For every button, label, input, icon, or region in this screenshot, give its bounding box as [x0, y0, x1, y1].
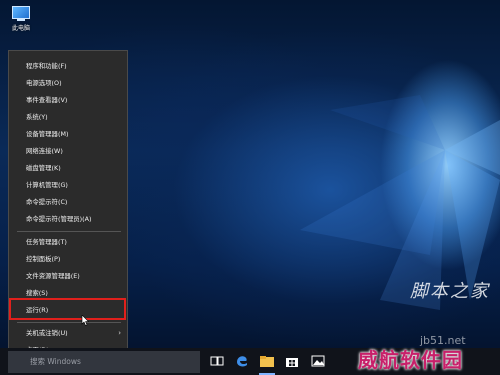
taskbar-search-box[interactable]: 搜索 Windows: [8, 351, 200, 373]
this-pc-desktop-icon[interactable]: 此电脑: [6, 6, 36, 32]
menu-item-command-prompt-admin[interactable]: 命令提示符(管理员)(A): [9, 211, 127, 227]
menu-item-programs-features[interactable]: 程序和功能(F): [9, 58, 127, 74]
menu-item-command-prompt[interactable]: 命令提示符(C): [9, 194, 127, 210]
photos-icon[interactable]: [310, 353, 326, 369]
task-view-icon[interactable]: [209, 353, 225, 369]
store-icon[interactable]: [284, 353, 300, 369]
menu-separator: [17, 231, 121, 232]
menu-item-device-manager[interactable]: 设备管理器(M): [9, 126, 127, 142]
watermark-jb51: 脚本之家: [410, 281, 490, 302]
menu-item-shutdown-signout[interactable]: 关机或注销(U) ›: [9, 325, 127, 341]
menu-item-disk-management[interactable]: 磁盘管理(K): [9, 160, 127, 176]
menu-separator: [17, 322, 121, 323]
menu-item-task-manager[interactable]: 任务管理器(T): [9, 234, 127, 250]
menu-item-system[interactable]: 系统(Y): [9, 109, 127, 125]
watermark-weihang: 威航软件园: [358, 348, 463, 372]
file-explorer-icon[interactable]: [259, 353, 275, 369]
menu-item-file-explorer[interactable]: 文件资源管理器(E): [9, 268, 127, 284]
menu-item-control-panel[interactable]: 控制面板(P): [9, 251, 127, 267]
edge-icon[interactable]: [234, 353, 250, 369]
run-highlight-box: [9, 298, 126, 320]
menu-item-event-viewer[interactable]: 事件查看器(V): [9, 92, 127, 108]
mouse-pointer-icon: [81, 315, 89, 326]
menu-item-power-options[interactable]: 电源选项(O): [9, 75, 127, 91]
desktop-icon-label: 此电脑: [11, 25, 30, 32]
computer-icon: [12, 6, 30, 19]
chevron-right-icon: ›: [118, 329, 121, 337]
menu-item-label: 关机或注销(U): [26, 329, 68, 337]
menu-item-network-connections[interactable]: 网络连接(W): [9, 143, 127, 159]
menu-item-computer-management[interactable]: 计算机管理(G): [9, 177, 127, 193]
